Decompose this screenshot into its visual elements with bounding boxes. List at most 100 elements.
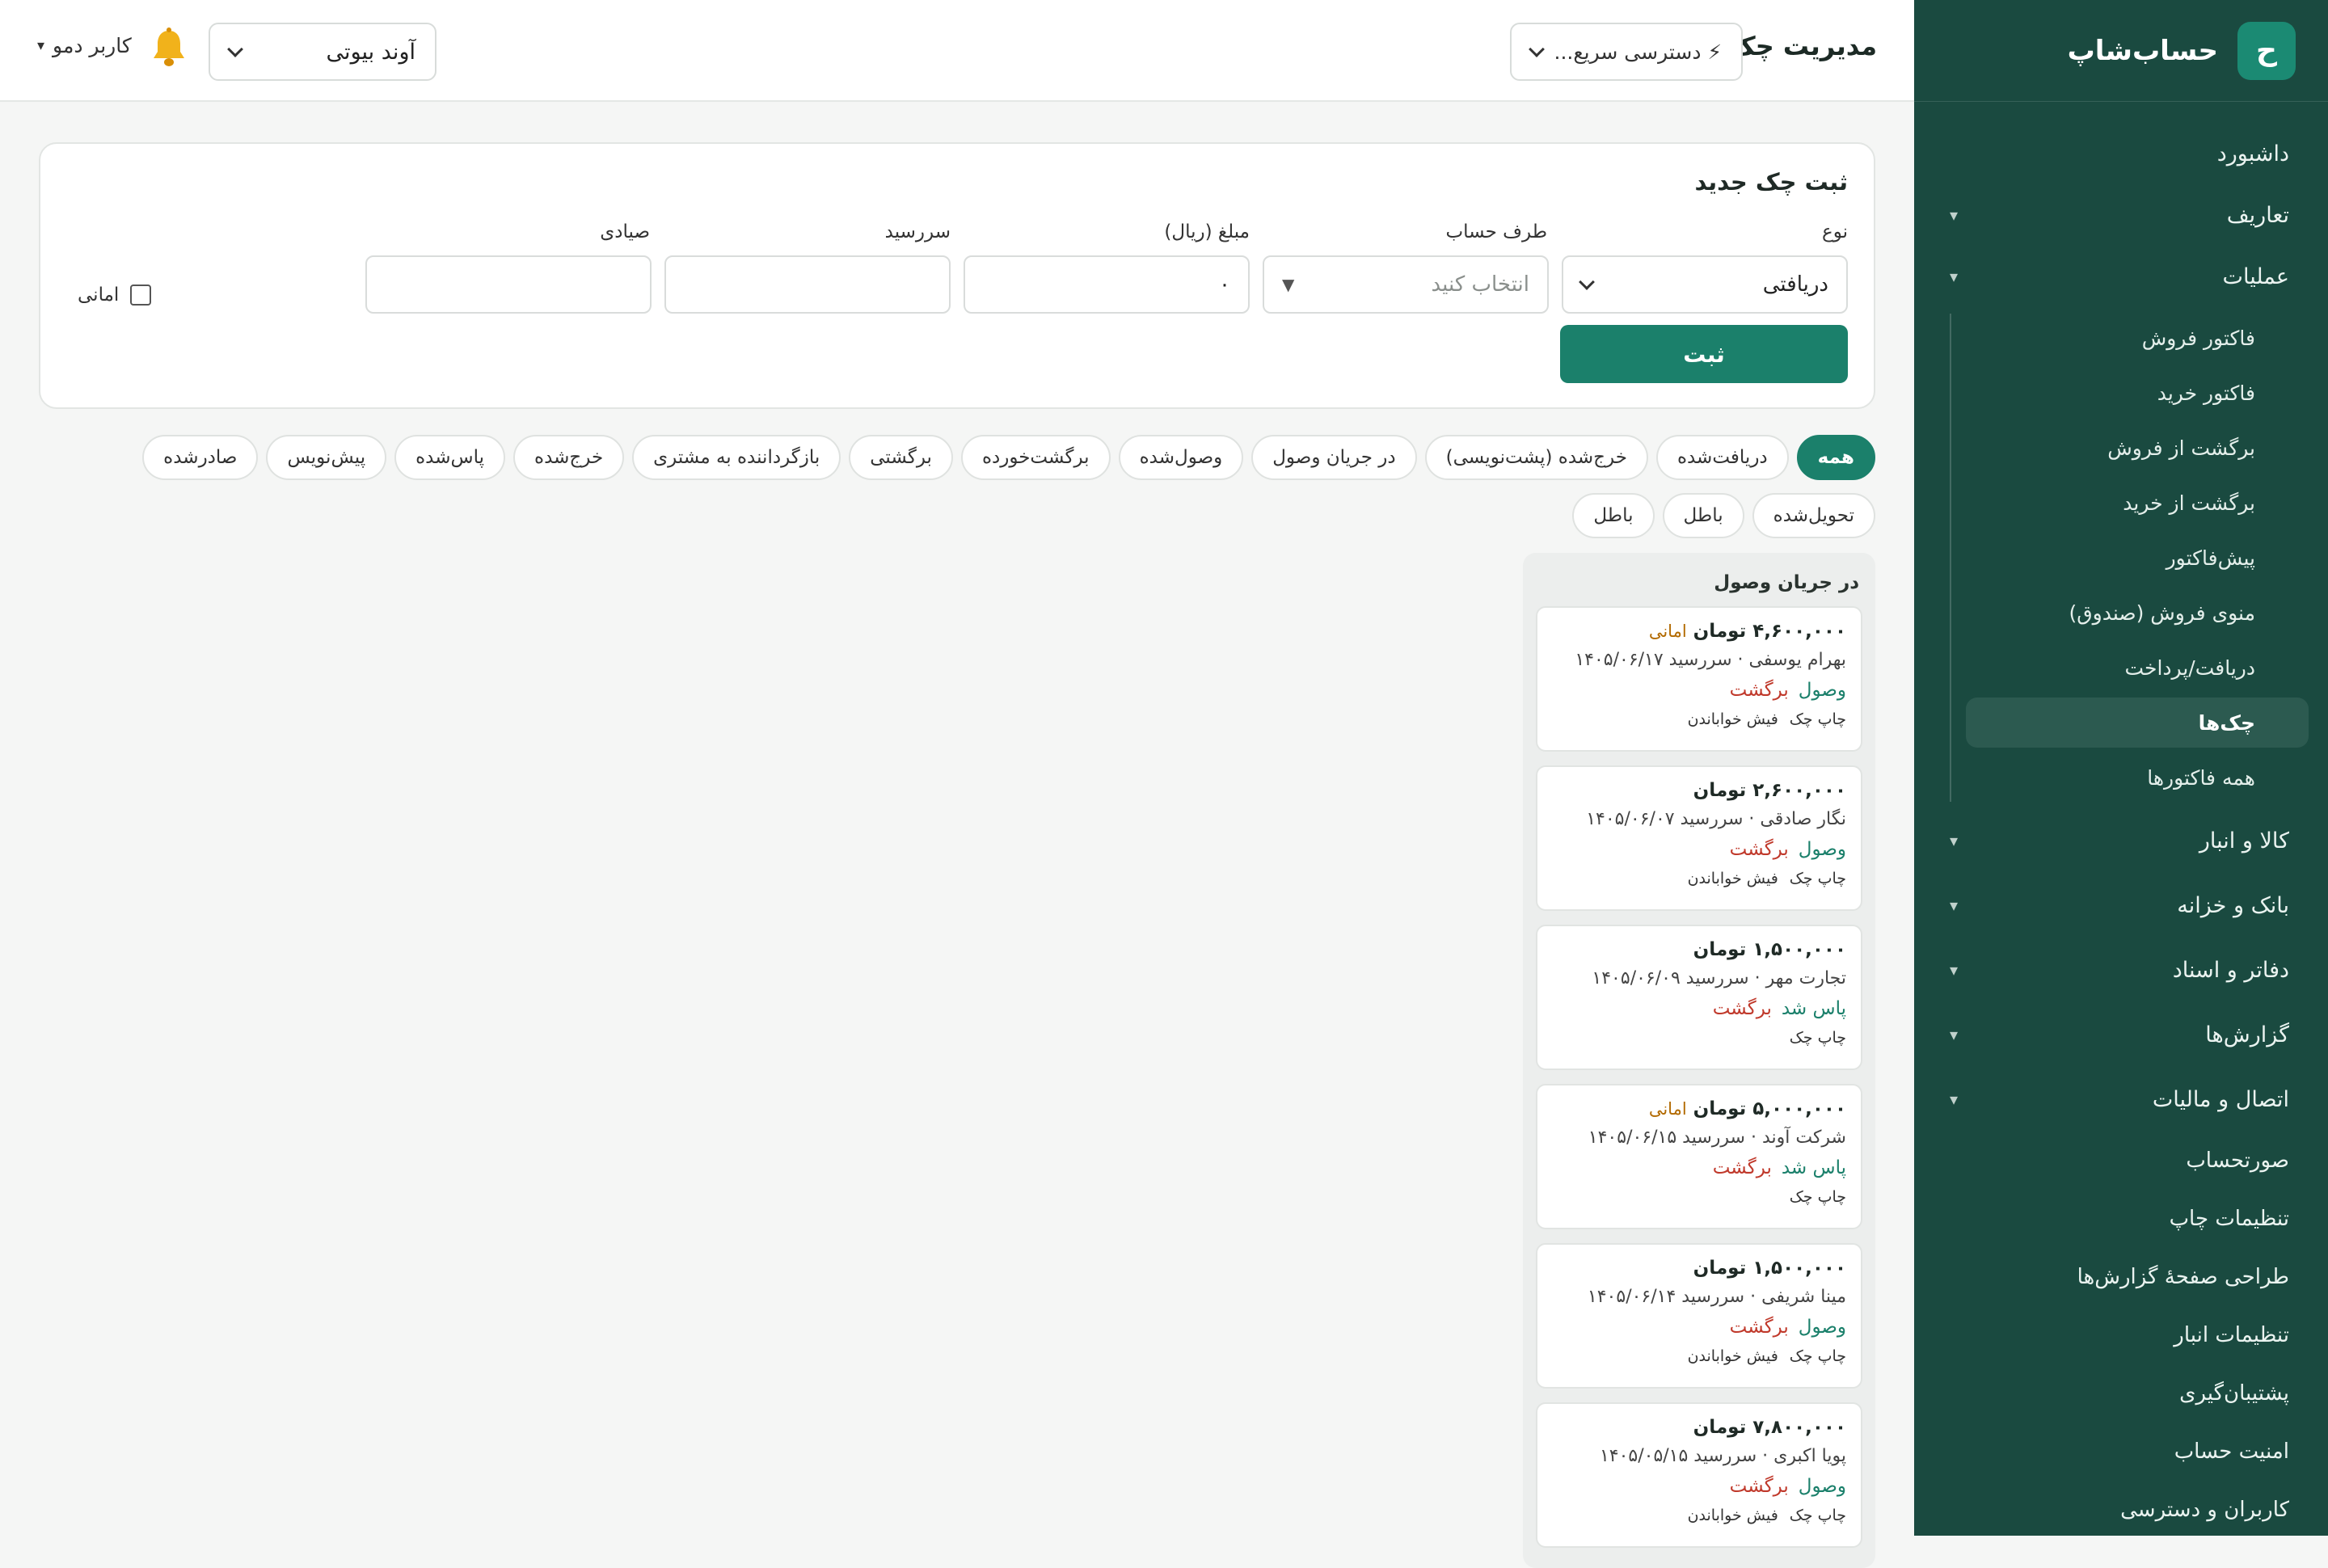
sidebar-item-ledgers[interactable]: دفاتر و اسناد ▾ — [1914, 938, 2328, 1002]
sidebar-item-billing[interactable]: صورتحساب — [1914, 1132, 2328, 1190]
filter-chip[interactable]: خرج‌شده — [513, 435, 625, 480]
filter-chip-all[interactable]: همه — [1796, 435, 1875, 480]
filter-chip[interactable]: وصول‌شده — [1118, 435, 1244, 480]
print-cheque-link[interactable]: چاپ چک — [1790, 1188, 1846, 1206]
chevron-down-icon — [227, 41, 243, 57]
collect-action[interactable]: وصول — [1799, 1476, 1846, 1497]
cheque-card[interactable]: ۲,۶۰۰,۰۰۰ تومان نگار صادقی · سررسید ۱۴۰۵… — [1536, 765, 1862, 911]
brand-name: حساب‌شاپ — [2067, 34, 2218, 67]
deposit-slip-link[interactable]: فیش خواباندن — [1688, 710, 1778, 728]
cheque-amount-row: ۱,۵۰۰,۰۰۰ تومان — [1552, 939, 1846, 960]
sidebar-item-purchase-return[interactable]: برگشت از خرید — [1950, 475, 2328, 530]
deposit-slip-link[interactable]: فیش خواباندن — [1688, 1347, 1778, 1365]
sidebar-item-all-invoices[interactable]: همه فاکتورها — [1950, 750, 2328, 805]
amount-label: مبلغ (ریال) — [1164, 221, 1250, 242]
cheque-card[interactable]: ۴,۶۰۰,۰۰۰ تومان امانی بهرام یوسفی · سررس… — [1536, 606, 1862, 752]
sidebar-item-receipts[interactable]: دریافت/پرداخت — [1950, 640, 2328, 695]
filter-chip[interactable]: صادرشده — [142, 435, 259, 480]
deposit-slip-link[interactable]: فیش خواباندن — [1688, 1507, 1778, 1524]
bounce-action[interactable]: برگشت — [1730, 839, 1789, 860]
amount-input[interactable]: ۰ — [964, 255, 1250, 314]
type-select[interactable]: دریافتی — [1562, 255, 1848, 314]
submit-button[interactable]: ثبت — [1560, 325, 1848, 383]
sidebar-item-print-settings[interactable]: تنظیمات چاپ — [1914, 1190, 2328, 1248]
sidebar-item-report-designer[interactable]: طراحی صفحهٔ گزارش‌ها — [1914, 1248, 2328, 1306]
collect-action[interactable]: وصول — [1799, 839, 1846, 860]
cleared-action[interactable]: پاس شد — [1782, 998, 1846, 1019]
filter-chip[interactable]: باطل — [1662, 493, 1744, 538]
company-select[interactable]: آوند بیوتی — [209, 23, 436, 81]
sidebar-item-backup[interactable]: پشتیبان‌گیری — [1914, 1364, 2328, 1423]
sidebar-item-sales-return[interactable]: برگشت از فروش — [1950, 420, 2328, 475]
filter-chip[interactable]: پاس‌شده — [394, 435, 506, 480]
sidebar-item-inventory[interactable]: کالا و انبار ▾ — [1914, 808, 2328, 873]
print-cheque-link[interactable]: چاپ چک — [1790, 1507, 1846, 1524]
cheque-card[interactable]: ۷,۸۰۰,۰۰۰ تومان پویا اکبری · سررسید ۱۴۰۵… — [1536, 1402, 1862, 1548]
sidebar-groups: کالا و انبار ▾ بانک و خزانه ▾ دفاتر و اس… — [1914, 808, 2328, 1132]
cleared-action[interactable]: پاس شد — [1782, 1157, 1846, 1178]
sidebar-item-security[interactable]: امنیت حساب — [1914, 1423, 2328, 1481]
bounce-action[interactable]: برگشت — [1713, 1157, 1772, 1178]
cheque-amount: ۵,۰۰۰,۰۰۰ تومان — [1693, 1098, 1846, 1119]
amanat-checkbox[interactable] — [130, 285, 152, 306]
sidebar-item-reports[interactable]: گزارش‌ها ▾ — [1914, 1002, 2328, 1067]
filter-chip[interactable]: پیش‌نویس — [266, 435, 387, 480]
cheque-card[interactable]: ۱,۵۰۰,۰۰۰ تومان مینا شریفی · سررسید ۱۴۰۵… — [1536, 1243, 1862, 1389]
cheque-party-due: پویا اکبری · سررسید ۱۴۰۵/۰۵/۱۵ — [1599, 1446, 1846, 1466]
cheque-card[interactable]: ۱,۵۰۰,۰۰۰ تومان تجارت مهر · سررسید ۱۴۰۵/… — [1536, 925, 1862, 1070]
collect-action[interactable]: وصول — [1799, 680, 1846, 701]
filter-chip[interactable]: بازگرداننده به مشتری — [632, 435, 841, 480]
bounce-action[interactable]: برگشت — [1730, 1317, 1789, 1338]
column-title: در جریان وصول — [1714, 572, 1859, 593]
user-menu[interactable]: کاربر دمو ▾ — [37, 34, 132, 57]
chevron-down-icon — [1579, 274, 1595, 290]
print-cheque-link[interactable]: چاپ چک — [1790, 710, 1846, 728]
caret-down-icon: ▼ — [1282, 275, 1295, 294]
sidebar-item-users[interactable]: کاربران و دسترسی — [1914, 1481, 2328, 1536]
filter-chip[interactable]: برگشت‌خورده — [960, 435, 1111, 480]
bell-icon[interactable] — [150, 27, 188, 68]
print-cheque-link[interactable]: چاپ چک — [1790, 1347, 1846, 1365]
brand-logo: ح — [2237, 21, 2296, 80]
print-cheque-link[interactable]: چاپ چک — [1790, 870, 1846, 887]
sidebar-item-bank[interactable]: بانک و خزانه ▾ — [1914, 873, 2328, 938]
bounce-action[interactable]: برگشت — [1713, 998, 1772, 1019]
amanat-checkbox-wrap[interactable]: امانی — [78, 285, 152, 306]
cheque-party-due: شرکت آوند · سررسید ۱۴۰۵/۰۶/۱۵ — [1588, 1128, 1846, 1148]
quick-access-select[interactable]: ⚡ دسترسی سریع... — [1510, 23, 1743, 81]
sidebar-item-warehouse-settings[interactable]: تنظیمات انبار — [1914, 1306, 2328, 1364]
sidebar-item-label: کالا و انبار — [2199, 828, 2289, 854]
filter-chip[interactable]: در جریان وصول — [1251, 435, 1417, 480]
due-date-label: سررسید — [884, 221, 951, 242]
filter-chip[interactable]: خرج‌شده (پشت‌نویسی) — [1424, 435, 1648, 480]
sidebar-item-sales-invoice[interactable]: فاکتور فروش — [1950, 310, 2328, 365]
sidebar-item-tax[interactable]: اتصال و مالیات ▾ — [1914, 1067, 2328, 1132]
print-cheque-link[interactable]: چاپ چک — [1790, 1029, 1846, 1047]
party-select[interactable]: انتخاب کنید ▼ — [1263, 255, 1549, 314]
sidebar-item-dashboard[interactable]: داشبورد — [1914, 123, 2328, 184]
cheque-party-due: تجارت مهر · سررسید ۱۴۰۵/۰۶/۰۹ — [1592, 968, 1846, 988]
sidebar-item-definitions[interactable]: تعاریف ▾ — [1914, 184, 2328, 246]
bounce-action[interactable]: برگشت — [1730, 1476, 1789, 1497]
due-date-input[interactable] — [664, 255, 951, 314]
card-actions: وصول برگشت — [1552, 839, 1846, 860]
filter-chip[interactable]: باطل — [1572, 493, 1655, 538]
cheque-card[interactable]: ۵,۰۰۰,۰۰۰ تومان امانی شرکت آوند · سررسید… — [1536, 1084, 1862, 1229]
filter-chip[interactable]: تحویل‌شده — [1752, 493, 1875, 538]
bounce-action[interactable]: برگشت — [1730, 680, 1789, 701]
brand[interactable]: ح حساب‌شاپ — [1914, 0, 2328, 102]
sidebar-item-proforma[interactable]: پیش‌فاکتور — [1950, 530, 2328, 585]
cheque-amount: ۱,۵۰۰,۰۰۰ تومان — [1693, 1258, 1846, 1279]
sidebar-item-purchase-invoice[interactable]: فاکتور خرید — [1950, 365, 2328, 420]
sidebar-item-label: دفاتر و اسناد — [2172, 957, 2289, 983]
collect-action[interactable]: وصول — [1799, 1317, 1846, 1338]
deposit-slip-link[interactable]: فیش خواباندن — [1688, 870, 1778, 887]
cheque-amount-row: ۵,۰۰۰,۰۰۰ تومان امانی — [1552, 1098, 1846, 1119]
sayadi-input[interactable] — [365, 255, 652, 314]
sidebar-item-pos[interactable]: منوی فروش (صندوق) — [1950, 585, 2328, 640]
cheque-party-due: مینا شریفی · سررسید ۱۴۰۵/۰۶/۱۴ — [1587, 1287, 1846, 1307]
filter-chip[interactable]: برگشتی — [849, 435, 953, 480]
sidebar-item-cheques[interactable]: چک‌ها — [1966, 698, 2309, 748]
filter-chip[interactable]: دریافت‌شده — [1655, 435, 1789, 480]
sidebar-item-operations[interactable]: عملیات ▾ — [1914, 246, 2328, 307]
